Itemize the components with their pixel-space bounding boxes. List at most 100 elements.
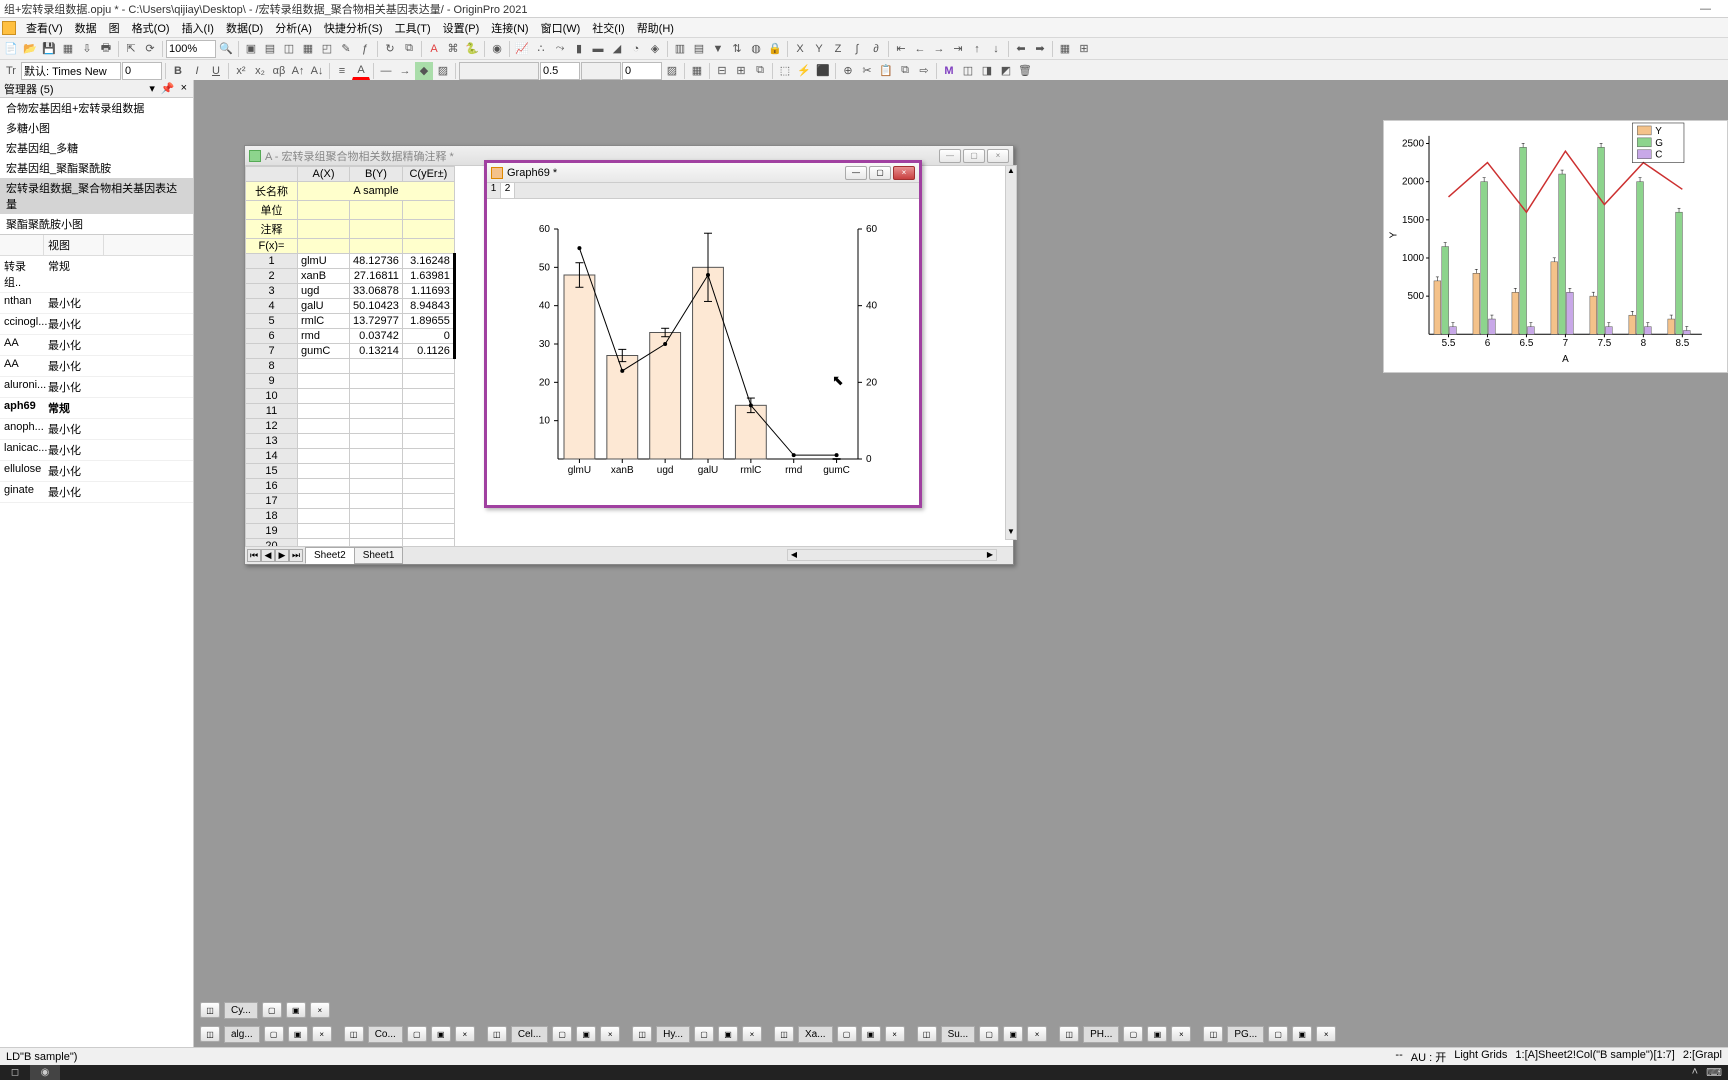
table-row[interactable]: 9 <box>246 374 455 389</box>
font-color-icon[interactable]: A <box>352 62 370 80</box>
list-col-view[interactable]: 视图 <box>44 235 104 255</box>
linewidth-combo[interactable] <box>540 62 580 80</box>
column-plot-icon[interactable]: ▮ <box>570 40 588 58</box>
table-row[interactable]: 8 <box>246 359 455 374</box>
minimized-window[interactable]: ◫Hy...▢▣× <box>628 1024 766 1044</box>
math-z-icon[interactable]: Z <box>829 40 847 58</box>
window-list-item[interactable]: ccinogl...最小化 <box>0 314 193 335</box>
ws-minimize-button[interactable]: — <box>939 149 961 163</box>
folder-item[interactable]: 聚酯聚酰胺小图 <box>0 214 193 234</box>
task-max-button[interactable]: ▣ <box>1292 1026 1312 1042</box>
window-list-item[interactable]: AA最小化 <box>0 335 193 356</box>
math-x-icon[interactable]: X <box>791 40 809 58</box>
save-icon[interactable]: 💾 <box>40 40 58 58</box>
table-row[interactable]: 10 <box>246 389 455 404</box>
task-max-button[interactable]: ▣ <box>286 1002 306 1018</box>
anti-alias-icon[interactable]: ⬚ <box>776 62 794 80</box>
menu-social[interactable]: 社交(I) <box>586 18 630 38</box>
minimized-window[interactable]: ◫alg...▢▣× <box>196 1024 336 1044</box>
pie-plot-icon[interactable]: ◔ <box>627 40 645 58</box>
mask-icon[interactable]: ◍ <box>747 40 765 58</box>
ws-scrollbar-h[interactable]: ◀ ▶ <box>787 549 997 561</box>
task-restore-button[interactable]: ▢ <box>264 1026 284 1042</box>
table-row[interactable]: 3ugd33.068781.11693 <box>246 284 455 299</box>
down-icon[interactable]: ↓ <box>987 40 1005 58</box>
explorer-pin-icon[interactable]: 📌 <box>159 82 177 95</box>
increase-font-icon[interactable]: A↑ <box>289 62 307 80</box>
bar-plot-icon[interactable]: ▬ <box>589 40 607 58</box>
task-close-button[interactable]: × <box>310 1002 330 1018</box>
sheet-tab-sheet1[interactable]: Sheet1 <box>354 547 404 564</box>
merge-icon[interactable]: ⊟ <box>713 62 731 80</box>
task-close-button[interactable]: × <box>312 1026 332 1042</box>
table-row[interactable]: 17 <box>246 494 455 509</box>
last-icon[interactable]: ⇥ <box>949 40 967 58</box>
task-close-button[interactable]: × <box>1316 1026 1336 1042</box>
3d-plot-icon[interactable]: ◈ <box>646 40 664 58</box>
integrate-icon[interactable]: ∫ <box>848 40 866 58</box>
greek-icon[interactable]: αβ <box>270 62 288 80</box>
python-icon[interactable]: 🐍 <box>463 40 481 58</box>
zoom-in-icon[interactable]: 🔍 <box>217 40 235 58</box>
graph-minimize-button[interactable]: — <box>845 166 867 180</box>
template-icon[interactable]: ▦ <box>59 40 77 58</box>
table-row[interactable]: 4galU50.104238.94843 <box>246 299 455 314</box>
subscript-icon[interactable]: x₂ <box>251 62 269 80</box>
task-restore-button[interactable]: ▢ <box>979 1026 999 1042</box>
task-restore-button[interactable]: ▢ <box>407 1026 427 1042</box>
graph-canvas[interactable]: 1020304050600204060glmUxanBugdgalUrmlCrm… <box>487 199 919 499</box>
folder-item[interactable]: 宏转录组数据_聚合物相关基因表达量 <box>0 178 193 214</box>
window-list-item[interactable]: AA最小化 <box>0 356 193 377</box>
symbol-combo[interactable] <box>581 62 621 80</box>
task-close-button[interactable]: × <box>1027 1026 1047 1042</box>
extract-icon[interactable]: ⧉ <box>751 62 769 80</box>
layer-tab-1[interactable]: 1 <box>487 183 501 198</box>
chart2-icon[interactable]: ◨ <box>978 62 996 80</box>
chart1-icon[interactable]: ◫ <box>959 62 977 80</box>
font-combo[interactable] <box>21 62 121 80</box>
folder-item[interactable]: 宏基因组_聚酯聚酰胺 <box>0 158 193 178</box>
task-close-button[interactable]: × <box>885 1026 905 1042</box>
code-icon[interactable]: ⌘ <box>444 40 462 58</box>
ws-nav-prev[interactable]: ◀ <box>261 549 275 562</box>
task-restore-button[interactable]: ▢ <box>552 1026 572 1042</box>
minimized-window[interactable]: ◫Cel...▢▣× <box>483 1024 624 1044</box>
folder-item[interactable]: 宏基因组_多糖 <box>0 138 193 158</box>
task-restore-button[interactable]: ▢ <box>1123 1026 1143 1042</box>
import-icon[interactable]: ⇩ <box>78 40 96 58</box>
up-icon[interactable]: ↑ <box>968 40 986 58</box>
bold-icon[interactable]: B <box>169 62 187 80</box>
first-icon[interactable]: ⇤ <box>892 40 910 58</box>
minimized-window[interactable]: ◫PG...▢▣× <box>1199 1024 1340 1044</box>
sort-icon[interactable]: ⇅ <box>728 40 746 58</box>
task-restore-button[interactable]: ▢ <box>262 1002 282 1018</box>
col-c-header[interactable]: C(yEr±) <box>402 167 454 182</box>
line-plot-icon[interactable]: 📈 <box>513 40 531 58</box>
preview-panel[interactable]: 50010001500200025005.566.577.588.5YGCAY <box>1383 120 1728 373</box>
table-row[interactable]: 11 <box>246 404 455 419</box>
window-list-item[interactable]: ellulose最小化 <box>0 461 193 482</box>
menu-graph[interactable]: 图 <box>103 18 126 38</box>
line-style-combo[interactable] <box>459 62 539 80</box>
task-max-button[interactable]: ▣ <box>288 1026 308 1042</box>
add-color-icon[interactable]: A <box>425 40 443 58</box>
table-row[interactable]: 14 <box>246 449 455 464</box>
os-tray-input-icon[interactable]: ⌨ <box>1706 1066 1722 1079</box>
window-list-item[interactable]: 转录组..常规 <box>0 256 193 293</box>
area-plot-icon[interactable]: ◢ <box>608 40 626 58</box>
table-row[interactable]: 6rmd0.037420 <box>246 329 455 344</box>
recalc-icon[interactable]: ⟳ <box>141 40 159 58</box>
new-matrix-icon[interactable]: ▦ <box>299 40 317 58</box>
table-row[interactable]: 12 <box>246 419 455 434</box>
folder-item[interactable]: 多糖小图 <box>0 118 193 138</box>
ws-maximize-button[interactable]: ▢ <box>963 149 985 163</box>
copy-format-icon[interactable]: ✂ <box>858 62 876 80</box>
decrease-font-icon[interactable]: A↓ <box>308 62 326 80</box>
window-list-item[interactable]: ginate最小化 <box>0 482 193 503</box>
folder-item[interactable]: 合物宏基因组+宏转录组数据 <box>0 98 193 118</box>
window-list-item[interactable]: lanicac...最小化 <box>0 440 193 461</box>
sheet-tab-sheet2[interactable]: Sheet2 <box>305 547 355 564</box>
menu-help[interactable]: 帮助(H) <box>631 18 680 38</box>
graph-window[interactable]: Graph69 * — ▢ × 1 2 1020304050600204060g… <box>484 160 922 508</box>
task-close-button[interactable]: × <box>600 1026 620 1042</box>
